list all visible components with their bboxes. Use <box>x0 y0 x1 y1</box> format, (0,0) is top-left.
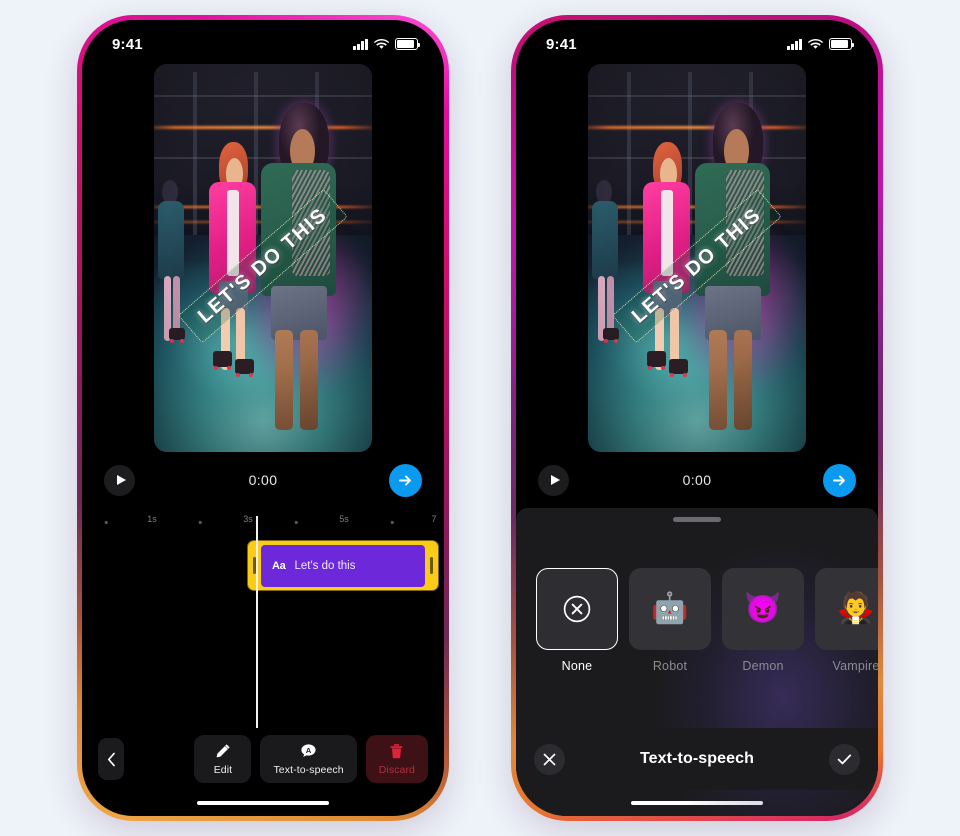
svg-text:A: A <box>306 745 312 754</box>
chevron-left-icon <box>107 752 115 766</box>
text-style-aa-icon: Aa <box>272 559 286 572</box>
signal-bars-icon <box>353 38 368 50</box>
play-button[interactable] <box>538 464 569 496</box>
voice-option-vampire[interactable]: 🧛 Vampire <box>815 567 878 673</box>
ruler-tick-1s: 1s <box>147 514 157 524</box>
sheet-footer: Text-to-speech <box>516 728 878 790</box>
pencil-icon <box>215 743 231 760</box>
video-preview-wrapper: LET'S DO THIS <box>516 60 878 452</box>
clip-label: Let's do this <box>294 559 356 572</box>
status-bar-time: 9:41 <box>112 35 143 53</box>
action-bar: Edit A Text-to-speech Discard <box>82 728 444 790</box>
ruler-dot <box>294 521 298 524</box>
voice-option-tile: 🧛 <box>815 567 878 650</box>
timeline-text-clip[interactable]: Aa Let's do this <box>248 541 438 590</box>
play-button[interactable] <box>104 464 135 496</box>
voice-option-demon[interactable]: 😈 Demon <box>722 567 804 673</box>
video-preview[interactable]: LET'S DO THIS <box>588 64 806 452</box>
speech-bubble-a-icon: A <box>300 743 317 760</box>
ruler-dot <box>198 521 202 524</box>
video-preview-wrapper: LET'S DO THIS <box>82 60 444 452</box>
arrow-right-icon <box>833 475 845 485</box>
sheet-title: Text-to-speech <box>639 750 754 767</box>
ruler-dot <box>104 521 108 524</box>
status-bar: 9:41 <box>82 20 444 60</box>
action-button-group: Edit A Text-to-speech Discard <box>194 735 428 783</box>
timeline[interactable]: 1s 3s 5s 7 Aa Let's do this <box>82 508 444 728</box>
demon-emoji: 😈 <box>744 591 782 625</box>
transport-bar: 0:00 <box>516 452 878 508</box>
edit-button[interactable]: Edit <box>194 735 252 783</box>
status-bar-icons <box>787 38 855 50</box>
phone-screen-left: 9:41 LET'S DO THIS 0:00 1s 3s 5s 7 Aa Le… <box>82 20 444 816</box>
transport-bar: 0:00 <box>82 452 444 508</box>
play-icon <box>550 475 560 485</box>
signal-bars-icon <box>787 38 802 50</box>
discard-button[interactable]: Discard <box>365 735 428 783</box>
ruler-tick-5s: 5s <box>339 514 349 524</box>
voice-option-label: Robot <box>652 658 688 673</box>
next-button[interactable] <box>823 463 856 497</box>
robot-emoji: 🤖 <box>651 591 689 625</box>
clip-trim-handle-right[interactable] <box>425 541 438 590</box>
play-icon <box>116 475 126 485</box>
text-to-speech-sheet: None 🤖 Robot 😈 Demon 🧛 Vampire Text-to-s… <box>516 508 878 816</box>
trash-icon <box>389 743 404 760</box>
vampire-emoji: 🧛 <box>837 591 875 625</box>
home-indicator <box>82 790 444 816</box>
voice-option-tile <box>536 567 618 650</box>
voice-option-label: Demon <box>742 658 784 673</box>
confirm-button[interactable] <box>829 743 860 775</box>
status-bar-time: 9:41 <box>546 35 577 53</box>
voice-option-tile: 🤖 <box>629 567 711 650</box>
battery-icon <box>395 38 421 50</box>
voice-option-list[interactable]: None 🤖 Robot 😈 Demon 🧛 Vampire <box>516 522 878 673</box>
ruler-tick-7s: 7 <box>431 514 437 524</box>
clip-trim-handle-left[interactable] <box>248 541 261 590</box>
text-to-speech-button[interactable]: A Text-to-speech <box>260 735 357 783</box>
screenshot-stage: 9:41 LET'S DO THIS 0:00 1s 3s 5s 7 Aa Le… <box>0 0 960 836</box>
home-indicator <box>516 790 878 816</box>
voice-option-label: Vampire <box>832 658 878 673</box>
text-to-speech-button-label: Text-to-speech <box>273 763 344 776</box>
next-button[interactable] <box>389 463 422 497</box>
video-preview[interactable]: LET'S DO THIS <box>154 64 372 452</box>
voice-option-none[interactable]: None <box>536 567 618 673</box>
clip-body[interactable]: Aa Let's do this <box>261 544 425 587</box>
phone-frame-right: 9:41 LET'S DO THIS 0:00 None 🤖 Robot 😈 D… <box>511 15 883 821</box>
status-bar-icons <box>353 38 421 50</box>
battery-icon <box>829 38 855 50</box>
ruler-tick-3s: 3s <box>243 514 253 524</box>
timeline-ruler: 1s 3s 5s 7 <box>82 512 444 534</box>
discard-button-label: Discard <box>378 763 415 776</box>
none-circle-x-icon <box>563 595 591 622</box>
back-button[interactable] <box>98 738 124 780</box>
arrow-right-icon <box>399 475 411 485</box>
voice-option-tile: 😈 <box>722 567 804 650</box>
edit-button-label: Edit <box>213 763 233 776</box>
checkmark-icon <box>837 754 852 764</box>
phone-screen-right: 9:41 LET'S DO THIS 0:00 None 🤖 Robot 😈 D… <box>516 20 878 816</box>
voice-option-label: None <box>561 658 593 673</box>
ruler-dot <box>390 521 394 524</box>
wifi-icon <box>374 38 389 50</box>
close-x-icon <box>543 753 556 765</box>
status-bar: 9:41 <box>516 20 878 60</box>
voice-option-robot[interactable]: 🤖 Robot <box>629 567 711 673</box>
wifi-icon <box>808 38 823 50</box>
cancel-button[interactable] <box>534 743 565 775</box>
phone-frame-left: 9:41 LET'S DO THIS 0:00 1s 3s 5s 7 Aa Le… <box>77 15 449 821</box>
playhead[interactable] <box>256 516 258 728</box>
